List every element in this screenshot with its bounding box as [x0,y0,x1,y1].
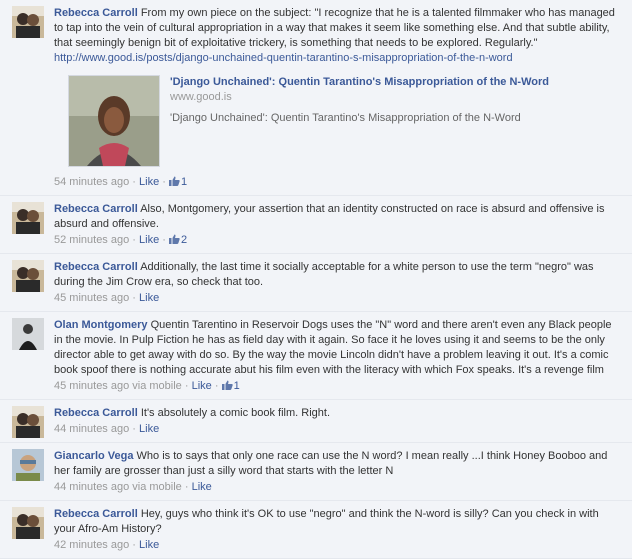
link-preview-domain: www.good.is [170,91,232,103]
thumbs-up-icon [169,234,180,244]
comment-timestamp[interactable]: 52 minutes ago [54,234,129,246]
comment: Rebecca Carroll It's absolutely a comic … [0,400,632,443]
comment: Rebecca Carroll Additionally, the last t… [0,254,632,312]
comment: Rebecca Carroll From my own piece on the… [0,0,632,196]
comment: Olan Montgomery Quentin Tarentino in Res… [0,312,632,400]
meta-separator: · [132,539,136,551]
avatar[interactable] [12,6,44,38]
comment-meta: 45 minutes ago · Like [54,291,622,306]
avatar[interactable] [12,449,44,481]
avatar[interactable] [12,507,44,539]
profile-photo-icon [12,318,44,350]
meta-separator: · [162,176,166,188]
like-count[interactable]: 1 [169,176,187,188]
comment-timestamp[interactable]: 44 minutes ago [54,423,129,435]
like-button[interactable]: Like [139,292,159,304]
comment-author[interactable]: Rebecca Carroll [54,261,138,273]
comment-author[interactable]: Olan Montgomery [54,319,148,331]
avatar[interactable] [12,202,44,234]
comment: Giancarlo Vega Who is to says that only … [0,443,632,501]
link-preview-description: 'Django Unchained': Quentin Tarantino's … [170,112,521,124]
avatar[interactable] [12,318,44,350]
meta-separator: · [162,234,166,246]
like-button[interactable]: Like [139,176,159,188]
comment-author[interactable]: Giancarlo Vega [54,450,133,462]
comment-author[interactable]: Rebecca Carroll [54,508,138,520]
comment-thread: Rebecca Carroll From my own piece on the… [0,0,632,559]
comment-link[interactable]: http://www.good.is/posts/django-unchaine… [54,52,513,64]
avatar[interactable] [12,260,44,292]
like-count[interactable]: 1 [221,380,240,392]
comment-text: From my own piece on the subject: "I rec… [54,7,615,49]
like-count[interactable]: 2 [169,234,187,246]
comment-meta: 45 minutes ago via mobile · Like · 1 [54,379,622,394]
profile-photo-icon [12,260,44,292]
like-count-value: 1 [181,176,188,188]
comment-timestamp[interactable]: 44 minutes ago via mobile [54,481,182,493]
comment-text: Who is to says that only one race can us… [54,450,608,477]
comment-meta: 52 minutes ago · Like · 2 [54,233,622,248]
like-count-value: 2 [181,234,188,246]
link-preview-thumbnail[interactable] [68,75,160,167]
meta-separator: · [184,380,189,392]
comment-timestamp[interactable]: 54 minutes ago [54,176,129,188]
comment-author[interactable]: Rebecca Carroll [54,7,138,19]
like-count-value: 1 [233,380,240,392]
profile-photo-icon [12,6,44,38]
thumbs-up-icon [221,380,233,390]
meta-separator: · [132,234,136,246]
meta-separator: · [214,380,219,392]
like-button[interactable]: Like [139,234,159,246]
comment: Rebecca Carroll Hey, guys who think it's… [0,501,632,559]
meta-separator: · [132,292,136,304]
comment: Rebecca Carroll Also, Montgomery, your a… [0,196,632,254]
thumbs-up-icon [169,176,180,186]
like-button[interactable]: Like [192,380,212,392]
like-button[interactable]: Like [139,423,159,435]
profile-photo-icon [12,406,44,438]
comment-timestamp[interactable]: 45 minutes ago [54,292,129,304]
comment-author[interactable]: Rebecca Carroll [54,407,138,419]
comment-meta: 44 minutes ago · Like [54,422,622,437]
profile-photo-icon [12,202,44,234]
like-button[interactable]: Like [192,481,212,493]
comment-text: It's absolutely a comic book film. Right… [140,407,331,419]
like-button[interactable]: Like [139,539,159,551]
link-preview-title[interactable]: 'Django Unchained': Quentin Tarantino's … [170,75,549,90]
link-preview[interactable]: 'Django Unchained': Quentin Tarantino's … [68,75,622,167]
comment-timestamp[interactable]: 45 minutes ago via mobile [54,380,182,392]
comment-timestamp[interactable]: 42 minutes ago [54,539,129,551]
comment-author[interactable]: Rebecca Carroll [54,203,138,215]
comment-meta: 42 minutes ago · Like [54,538,622,553]
profile-photo-icon [12,449,44,481]
avatar[interactable] [12,406,44,438]
comment-meta: 54 minutes ago · Like · 1 [54,175,622,190]
meta-separator: · [132,423,136,435]
profile-photo-icon [69,76,159,166]
comment-meta: 44 minutes ago via mobile · Like [54,480,622,495]
meta-separator: · [184,481,189,493]
profile-photo-icon [12,507,44,539]
meta-separator: · [132,176,136,188]
